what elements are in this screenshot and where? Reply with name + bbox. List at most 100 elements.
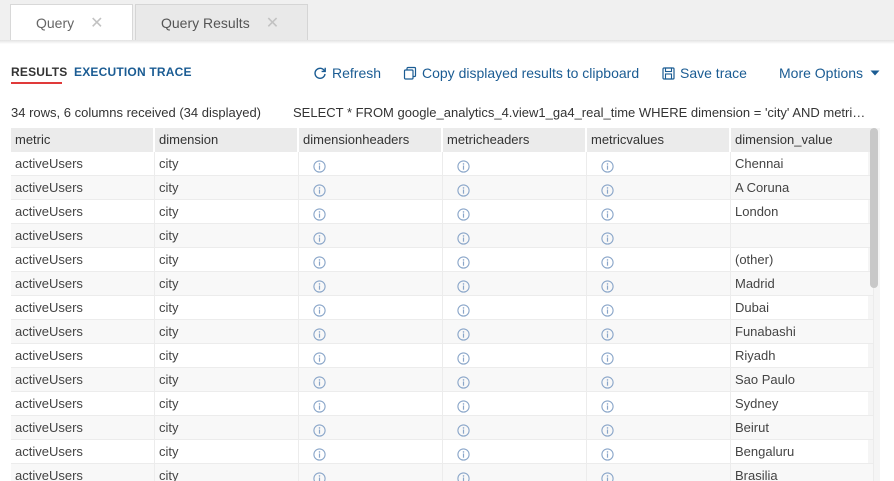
info-circle-icon[interactable] xyxy=(313,445,326,464)
table-row[interactable]: activeUsers city A Coruna xyxy=(11,176,874,200)
info-circle-icon[interactable] xyxy=(457,205,470,224)
cell-dimension-value[interactable] xyxy=(731,224,874,248)
cell-dimension-value[interactable]: Bengaluru xyxy=(731,440,874,464)
info-circle-icon[interactable] xyxy=(313,205,326,224)
cell-dimensionheaders[interactable] xyxy=(299,224,443,248)
info-circle-icon[interactable] xyxy=(457,229,470,248)
info-circle-icon[interactable] xyxy=(601,445,614,464)
info-circle-icon[interactable] xyxy=(313,301,326,320)
column-header-dimension[interactable]: dimension xyxy=(155,128,299,152)
cell-metric[interactable]: activeUsers xyxy=(11,416,155,440)
tab-results[interactable]: RESULTS xyxy=(11,65,68,84)
cell-metricheaders[interactable] xyxy=(443,392,587,416)
table-row[interactable]: activeUsers city Beirut xyxy=(11,416,874,440)
cell-metric[interactable]: activeUsers xyxy=(11,464,155,481)
cell-dimension-value[interactable]: Chennai xyxy=(731,152,874,176)
cell-metric[interactable]: activeUsers xyxy=(11,296,155,320)
close-icon[interactable]: ✕ xyxy=(266,13,279,33)
cell-dimension[interactable]: city xyxy=(155,440,299,464)
cell-metricvalues[interactable] xyxy=(587,272,731,296)
info-circle-icon[interactable] xyxy=(601,397,614,416)
table-row[interactable]: activeUsers city Sao Paulo xyxy=(11,368,874,392)
cell-metricheaders[interactable] xyxy=(443,464,587,481)
table-row[interactable]: activeUsers city Dubai xyxy=(11,296,874,320)
cell-dimension[interactable]: city xyxy=(155,200,299,224)
vertical-scrollbar-thumb[interactable] xyxy=(870,128,878,288)
cell-metricvalues[interactable] xyxy=(587,440,731,464)
tab-query-results[interactable]: Query Results ✕ xyxy=(135,4,308,40)
table-row[interactable]: activeUsers city Sydney xyxy=(11,392,874,416)
column-header-metricvalues[interactable]: metricvalues xyxy=(587,128,731,152)
table-row[interactable]: activeUsers city Bengaluru xyxy=(11,440,874,464)
cell-dimension[interactable]: city xyxy=(155,296,299,320)
cell-dimensionheaders[interactable] xyxy=(299,464,443,481)
cell-metric[interactable]: activeUsers xyxy=(11,320,155,344)
info-circle-icon[interactable] xyxy=(457,277,470,296)
close-icon[interactable]: ✕ xyxy=(90,13,103,33)
info-circle-icon[interactable] xyxy=(601,373,614,392)
info-circle-icon[interactable] xyxy=(601,157,614,176)
cell-metricvalues[interactable] xyxy=(587,296,731,320)
cell-dimension[interactable]: city xyxy=(155,152,299,176)
cell-metricvalues[interactable] xyxy=(587,464,731,481)
cell-dimension-value[interactable]: Riyadh xyxy=(731,344,874,368)
cell-metricheaders[interactable] xyxy=(443,272,587,296)
cell-dimension-value[interactable]: A Coruna xyxy=(731,176,874,200)
cell-dimension[interactable]: city xyxy=(155,272,299,296)
table-row[interactable]: activeUsers city Funabashi xyxy=(11,320,874,344)
cell-metricvalues[interactable] xyxy=(587,368,731,392)
cell-metricvalues[interactable] xyxy=(587,248,731,272)
cell-dimensionheaders[interactable] xyxy=(299,272,443,296)
cell-dimension[interactable]: city xyxy=(155,320,299,344)
cell-metricheaders[interactable] xyxy=(443,344,587,368)
cell-dimensionheaders[interactable] xyxy=(299,440,443,464)
info-circle-icon[interactable] xyxy=(313,373,326,392)
info-circle-icon[interactable] xyxy=(601,349,614,368)
cell-metric[interactable]: activeUsers xyxy=(11,368,155,392)
table-row[interactable]: activeUsers city Madrid xyxy=(11,272,874,296)
tab-execution-trace[interactable]: EXECUTION TRACE xyxy=(74,65,192,79)
info-circle-icon[interactable] xyxy=(601,421,614,440)
cell-dimensionheaders[interactable] xyxy=(299,320,443,344)
cell-metric[interactable]: activeUsers xyxy=(11,440,155,464)
cell-metricheaders[interactable] xyxy=(443,224,587,248)
cell-metricheaders[interactable] xyxy=(443,440,587,464)
cell-dimension-value[interactable]: (other) xyxy=(731,248,874,272)
cell-dimension[interactable]: city xyxy=(155,464,299,481)
table-row[interactable]: activeUsers city London xyxy=(11,200,874,224)
info-circle-icon[interactable] xyxy=(601,301,614,320)
cell-metricheaders[interactable] xyxy=(443,176,587,200)
cell-dimensionheaders[interactable] xyxy=(299,200,443,224)
save-trace-button[interactable]: Save trace xyxy=(662,65,747,81)
cell-dimension[interactable]: city xyxy=(155,344,299,368)
cell-dimension-value[interactable]: Brasilia xyxy=(731,464,874,481)
info-circle-icon[interactable] xyxy=(457,253,470,272)
info-circle-icon[interactable] xyxy=(313,253,326,272)
cell-metric[interactable]: activeUsers xyxy=(11,200,155,224)
cell-dimension-value[interactable]: Madrid xyxy=(731,272,874,296)
info-circle-icon[interactable] xyxy=(457,421,470,440)
info-circle-icon[interactable] xyxy=(313,469,326,481)
info-circle-icon[interactable] xyxy=(601,181,614,200)
info-circle-icon[interactable] xyxy=(313,397,326,416)
info-circle-icon[interactable] xyxy=(313,277,326,296)
cell-metric[interactable]: activeUsers xyxy=(11,152,155,176)
cell-metricvalues[interactable] xyxy=(587,152,731,176)
column-header-metric[interactable]: metric xyxy=(11,128,155,152)
cell-metric[interactable]: activeUsers xyxy=(11,392,155,416)
table-row[interactable]: activeUsers city xyxy=(11,224,874,248)
cell-metric[interactable]: activeUsers xyxy=(11,248,155,272)
cell-metricvalues[interactable] xyxy=(587,320,731,344)
cell-metricheaders[interactable] xyxy=(443,368,587,392)
cell-dimension-value[interactable]: Sao Paulo xyxy=(731,368,874,392)
column-header-dimension-value[interactable]: dimension_value xyxy=(731,128,874,152)
info-circle-icon[interactable] xyxy=(313,181,326,200)
cell-dimension-value[interactable]: Dubai xyxy=(731,296,874,320)
info-circle-icon[interactable] xyxy=(601,253,614,272)
cell-dimensionheaders[interactable] xyxy=(299,152,443,176)
column-header-metricheaders[interactable]: metricheaders xyxy=(443,128,587,152)
cell-dimensionheaders[interactable] xyxy=(299,296,443,320)
info-circle-icon[interactable] xyxy=(457,445,470,464)
cell-metricheaders[interactable] xyxy=(443,416,587,440)
cell-dimension-value[interactable]: Sydney xyxy=(731,392,874,416)
